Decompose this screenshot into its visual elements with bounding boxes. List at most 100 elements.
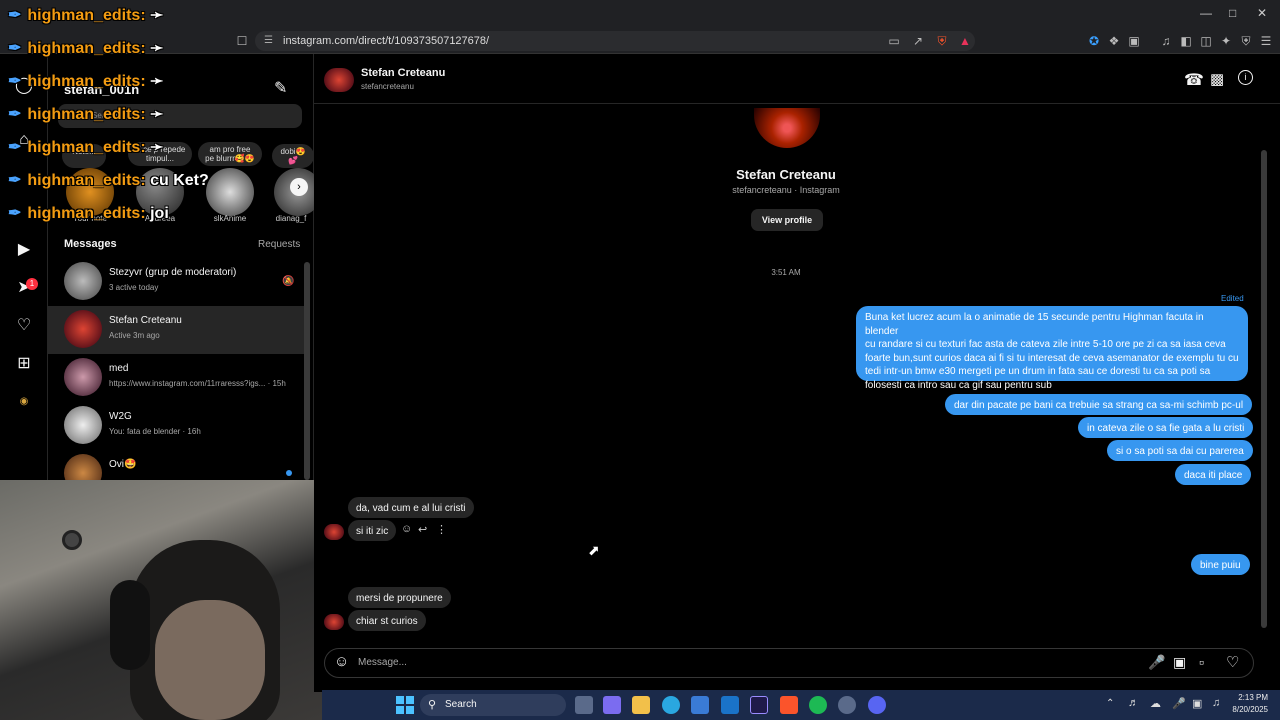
- site-settings-icon[interactable]: ☰: [264, 31, 273, 51]
- note-bubble[interactable]: am pro free pe blurrr🥰😍: [198, 142, 262, 166]
- edge-icon[interactable]: [662, 696, 680, 714]
- after-effects-icon[interactable]: [750, 696, 768, 714]
- reply-icon[interactable]: ↩: [418, 523, 427, 536]
- wallet-icon[interactable]: ◫: [1198, 33, 1214, 49]
- new-message-icon[interactable]: ✎: [274, 78, 287, 98]
- webcam-background-lamp: [62, 530, 82, 550]
- conversation-item[interactable]: med https://www.instagram.com/11rraresss…: [48, 354, 306, 402]
- volume-icon[interactable]: ♬: [1128, 697, 1139, 709]
- create-icon[interactable]: ⊞: [14, 354, 34, 374]
- more-options-icon[interactable]: ⋮: [436, 523, 447, 536]
- conversation-item[interactable]: Stefan Creteanu Active 3m ago: [48, 306, 306, 354]
- outgoing-message[interactable]: si o sa poti sa dai cu parerea: [1107, 440, 1253, 461]
- bookmark-icon[interactable]: ☐: [234, 33, 250, 49]
- brave-shield-icon[interactable]: ⛨: [934, 33, 950, 49]
- like-heart-icon[interactable]: ♡: [1226, 653, 1239, 671]
- share-icon[interactable]: ↗: [910, 33, 926, 49]
- outgoing-message[interactable]: bine puiu: [1191, 554, 1250, 575]
- brave-icon[interactable]: [780, 696, 798, 714]
- notification-badge: 1: [26, 278, 38, 290]
- taskbar-search[interactable]: ⚲ Search: [420, 694, 566, 716]
- discord-icon[interactable]: [868, 696, 886, 714]
- requests-link[interactable]: Requests: [258, 239, 300, 250]
- outgoing-message[interactable]: in cateva zile o sa fie gata a lu cristi: [1078, 417, 1254, 438]
- conversation-item[interactable]: Stezyvr (grup de moderatori) 3 active to…: [48, 258, 306, 306]
- conversation-sub: You: fata de blender · 16h: [109, 427, 201, 436]
- conversation-item[interactable]: W2G You: fata de blender · 16h: [48, 402, 306, 450]
- cast-icon[interactable]: ▭: [886, 33, 902, 49]
- profile-avatar-icon[interactable]: ◉: [14, 392, 34, 412]
- incoming-message[interactable]: mersi de propunere: [348, 587, 451, 608]
- file-explorer-icon[interactable]: [632, 696, 650, 714]
- conversation-item[interactable]: Ovi🤩: [48, 450, 306, 480]
- address-bar[interactable]: ☰ instagram.com/direct/t/109373507127678…: [255, 31, 975, 51]
- brush-icon: ✒: [8, 106, 22, 123]
- network-icon[interactable]: ☁: [1150, 697, 1161, 710]
- obs-icon[interactable]: [838, 696, 856, 714]
- outgoing-message[interactable]: Buna ket lucrez acum la o animatie de 15…: [856, 306, 1248, 391]
- inbox-scrollbar[interactable]: [304, 262, 310, 480]
- conversation-sub: 3 active today: [109, 283, 159, 292]
- copilot-icon[interactable]: [603, 696, 621, 714]
- minimize-button[interactable]: —: [1200, 6, 1212, 20]
- notifications-heart-icon[interactable]: ♡: [14, 316, 34, 336]
- incoming-message[interactable]: si iti zic: [348, 520, 397, 541]
- contact-username: stefancreteanu: [361, 82, 414, 91]
- outgoing-message[interactable]: daca iti place: [1175, 464, 1252, 485]
- translate-icon[interactable]: ✪: [1086, 33, 1102, 49]
- video-call-icon[interactable]: ▩: [1210, 70, 1224, 88]
- incoming-message[interactable]: da, vad cum e al lui cristi: [348, 497, 474, 518]
- view-profile-button[interactable]: View profile: [751, 209, 823, 231]
- avatar: [64, 406, 102, 444]
- add-photo-icon[interactable]: ▣: [1173, 654, 1186, 671]
- voice-clip-icon[interactable]: 🎤: [1148, 654, 1165, 671]
- mute-icon: ➛: [150, 139, 164, 156]
- avatar: [64, 358, 102, 396]
- screenshot-icon[interactable]: ▣: [1126, 33, 1142, 49]
- emoji-picker-icon[interactable]: ☺: [334, 653, 349, 670]
- brush-icon: ✒: [8, 205, 22, 222]
- outgoing-message[interactable]: dar din pacate pe bani ca trebuie sa str…: [945, 394, 1253, 415]
- spotify-icon[interactable]: [809, 696, 827, 714]
- conversation-sub: Active 3m ago: [109, 331, 160, 340]
- conversation-name: W2G: [109, 411, 132, 422]
- messages-heading: Messages: [64, 238, 117, 250]
- leo-ai-icon[interactable]: ✦: [1218, 33, 1234, 49]
- speaker-icon[interactable]: ♫: [1212, 697, 1220, 709]
- react-emoji-icon[interactable]: ☺: [401, 523, 412, 535]
- conversation-name: Stefan Creteanu: [109, 315, 182, 326]
- sender-avatar: [324, 614, 344, 630]
- message-input[interactable]: Message...: [358, 657, 407, 668]
- story-label: dianag_f: [275, 214, 307, 223]
- contact-name[interactable]: Stefan Creteanu: [361, 67, 445, 79]
- extensions-icon[interactable]: ❖: [1106, 33, 1122, 49]
- media-icon[interactable]: ♫: [1158, 33, 1174, 49]
- clock-date[interactable]: 8/20/2025: [1222, 705, 1268, 714]
- reels-icon[interactable]: ▶: [14, 240, 34, 260]
- message-timestamp: 3:51 AM: [771, 268, 801, 277]
- brave-rewards-icon[interactable]: ▲: [957, 33, 973, 49]
- mute-icon: ➛: [150, 73, 164, 90]
- incoming-message[interactable]: chiar st curios: [348, 610, 426, 631]
- microphone-icon[interactable]: 🎤: [1172, 697, 1186, 710]
- sidebar-icon[interactable]: ◧: [1178, 33, 1194, 49]
- outlook-icon[interactable]: [721, 696, 739, 714]
- chat-overlay-line: ✒ highman_edits: ➛: [8, 38, 164, 58]
- note-bubble[interactable]: dobi😍 💕: [272, 144, 314, 168]
- tray-overflow-icon[interactable]: ⌃: [1106, 698, 1114, 709]
- sticker-icon[interactable]: ▫: [1199, 654, 1204, 670]
- task-view-icon[interactable]: [575, 696, 593, 714]
- conversation-info-icon[interactable]: i: [1238, 70, 1253, 85]
- contact-avatar[interactable]: [324, 68, 354, 92]
- menu-icon[interactable]: ☰: [1258, 33, 1274, 49]
- maximize-button[interactable]: □: [1229, 6, 1236, 20]
- audio-call-icon[interactable]: ☎: [1184, 70, 1204, 90]
- message-composer[interactable]: [324, 648, 1254, 678]
- chat-scrollbar[interactable]: [1261, 150, 1267, 628]
- close-button[interactable]: ✕: [1257, 6, 1267, 20]
- clock-time[interactable]: 2:13 PM: [1228, 693, 1268, 702]
- start-button[interactable]: [396, 696, 414, 714]
- store-icon[interactable]: [691, 696, 709, 714]
- vpn-icon[interactable]: ⛨: [1238, 33, 1254, 49]
- display-icon[interactable]: ▣: [1192, 697, 1202, 710]
